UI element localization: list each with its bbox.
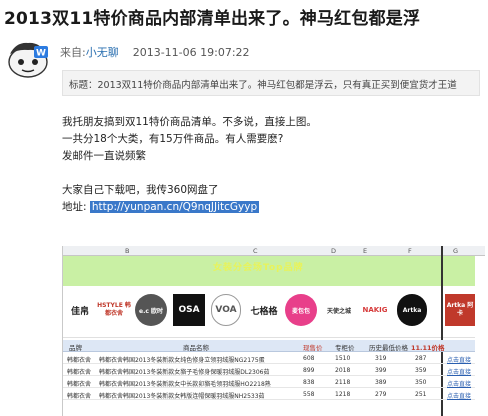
cell-low-price: 319 xyxy=(375,355,387,362)
table-header-cell: 现售价 xyxy=(303,344,323,352)
body-paragraph: 大家自己下载吧，我传360网盘了 xyxy=(62,184,219,196)
cell-list-price: 1510 xyxy=(335,355,351,362)
cell-deal-price: 350 xyxy=(415,379,427,386)
cell-low-price: 399 xyxy=(375,367,387,374)
brand-logo: Artka 阿卡 xyxy=(445,294,475,326)
brand-logo: 七格格 xyxy=(247,294,281,326)
table-row: 韩都衣舍 韩都衣舍韩国2013冬装新款女韩版连帽保暖羽绒服NH2533茹 558… xyxy=(63,389,475,400)
brand-logo: OSA xyxy=(173,294,205,326)
cell-name: 韩都衣舍韩国2013冬装新款女貉子毛修身保暖羽绒服DL2306茹 xyxy=(99,369,270,376)
spreadsheet-image: B C D E F G 女装分会场Top品牌 佳帛 HSTYLE 韩都衣舍 e.… xyxy=(62,246,485,416)
svg-text:W: W xyxy=(36,49,46,59)
cell-name: 韩都衣舍韩国2013冬装新款女纯色修身立领羽绒服NG2175蛋 xyxy=(99,357,265,364)
cell-price: 899 xyxy=(303,367,315,374)
cell-low-price: 389 xyxy=(375,379,387,386)
address-line: 地址: http://yunpan.cn/Q9nqJJitcGyyp xyxy=(62,199,482,216)
body-paragraph: 一共分18个大类，有15万件商品。有人需要麽? xyxy=(62,133,284,145)
post-meta: 来自:小无聊 2013-11-06 19:07:22 xyxy=(60,44,250,60)
brand-logo-strip: 佳帛 HSTYLE 韩都衣舍 e.c 欧时 OSA VOA 七格格 麦包包 天使… xyxy=(63,286,475,338)
cell-brand: 韩都衣舍 xyxy=(67,357,92,364)
brand-logo: HSTYLE 韩都衣舍 xyxy=(97,294,131,326)
table-header: 品牌 商品名称 现售价 专柜价 历史最低价格 11.11价格 xyxy=(63,340,475,352)
cell-price: 838 xyxy=(303,379,315,386)
banner-title: 女装分会场Top品牌 xyxy=(213,263,304,273)
table-header-cell: 11.11价格 xyxy=(411,344,445,352)
cell-low-price: 279 xyxy=(375,391,387,398)
body-paragraph: 我托朋友搞到双11特价商品清单。不多说，直接上图。 xyxy=(62,116,317,128)
cell-brand: 韩都衣舍 xyxy=(67,393,92,400)
cell-price: 558 xyxy=(303,391,315,398)
table-header-cell: 历史最低价格 xyxy=(369,344,408,352)
table-header-cell: 专柜价 xyxy=(335,344,355,352)
column-header-bar: B C D E F G xyxy=(63,246,485,256)
brand-logo: 天使之城 xyxy=(323,294,355,326)
brand-logo: Artka xyxy=(397,294,427,326)
table-header-cell: 品牌 xyxy=(69,344,82,352)
cell-deal-price: 251 xyxy=(415,391,427,398)
avatar[interactable]: W xyxy=(6,38,50,78)
category-banner: 女装分会场Top品牌 xyxy=(63,256,475,286)
cell-brand: 韩都衣舍 xyxy=(67,369,92,376)
from-label: 来自: xyxy=(60,46,86,59)
post-title-box: 标题：2013双11特价商品内部清单出来了。神马红包都是浮云，只有真正买到便宜货… xyxy=(62,70,480,96)
cell-link[interactable]: 点击直接 xyxy=(447,355,471,364)
brand-logo: e.c 欧时 xyxy=(135,294,167,326)
cell-list-price: 2118 xyxy=(335,379,351,386)
column-header: F xyxy=(408,247,412,255)
brand-logo: 佳帛 xyxy=(65,294,95,326)
cell-link[interactable]: 点击直接 xyxy=(447,379,471,388)
download-link[interactable]: http://yunpan.cn/Q9nqJJitcGyyp xyxy=(89,201,260,213)
post-body: 我托朋友搞到双11特价商品清单。不多说，直接上图。 一共分18个大类，有15万件… xyxy=(62,114,482,216)
author-link[interactable]: 小无聊 xyxy=(86,46,119,59)
brand-logo: NAKIG xyxy=(359,294,391,326)
cell-deal-price: 287 xyxy=(415,355,427,362)
table-header-cell: 商品名称 xyxy=(183,344,209,352)
cell-deal-price: 359 xyxy=(415,367,427,374)
post-timestamp: 2013-11-06 19:07:22 xyxy=(132,46,250,59)
body-paragraph: 发邮件一直说频繁 xyxy=(62,150,146,162)
column-header: C xyxy=(253,247,258,255)
post-headline: 2013双11特价商品内部清单出来了。神马红包都是浮 xyxy=(4,9,421,29)
brand-logo: VOA xyxy=(211,294,241,326)
table-row: 韩都衣舍 韩都衣舍韩国2013冬装新款女中长款卯貉毛领羽绒服HO2218熟 83… xyxy=(63,377,475,388)
column-header: G xyxy=(453,247,459,255)
brand-logo: 麦包包 xyxy=(285,294,317,326)
column-header: B xyxy=(125,247,130,255)
column-header: D xyxy=(331,247,337,255)
cell-brand: 韩都衣舍 xyxy=(67,381,92,388)
cell-link[interactable]: 点击直接 xyxy=(447,367,471,376)
table-row: 韩都衣舍 韩都衣舍韩国2013冬装新款女貉子毛修身保暖羽绒服DL2306茹 89… xyxy=(63,365,475,376)
table-row: 韩都衣舍 韩都衣舍韩国2013冬装新款女纯色修身立领羽绒服NG2175蛋 608… xyxy=(63,353,475,364)
cell-price: 608 xyxy=(303,355,315,362)
cell-list-price: 1218 xyxy=(335,391,351,398)
column-header: E xyxy=(363,247,368,255)
cell-list-price: 2018 xyxy=(335,367,351,374)
cell-link[interactable]: 点击直接 xyxy=(447,391,471,400)
cell-name: 韩都衣舍韩国2013冬装新款女韩版连帽保暖羽绒服NH2533茹 xyxy=(99,393,265,400)
cell-name: 韩都衣舍韩国2013冬装新款女中长款卯貉毛领羽绒服HO2218熟 xyxy=(99,381,271,388)
address-label: 地址: xyxy=(62,201,87,213)
